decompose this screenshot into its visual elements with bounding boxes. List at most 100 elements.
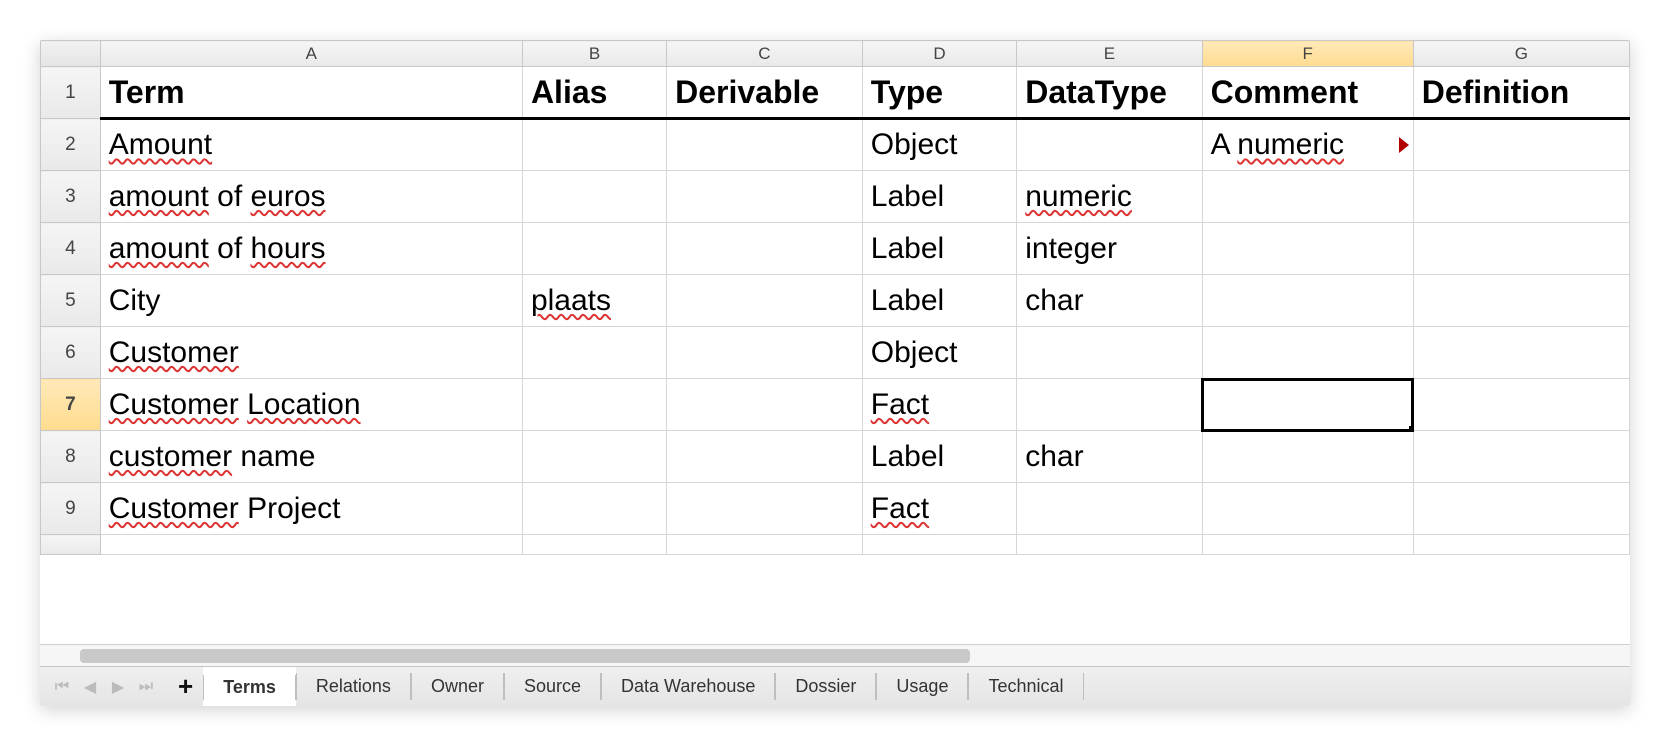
cell-C3[interactable]: [667, 171, 863, 223]
col-header-E[interactable]: E: [1017, 41, 1202, 67]
add-sheet-button[interactable]: +: [168, 667, 203, 706]
cell-B2[interactable]: [522, 119, 666, 171]
cell-F2[interactable]: A numeric: [1202, 119, 1413, 171]
column-header-row[interactable]: A B C D E F G: [41, 41, 1630, 67]
cell-G6[interactable]: [1413, 327, 1629, 379]
cell-G10[interactable]: [1413, 535, 1629, 555]
select-all-corner[interactable]: [41, 41, 101, 67]
cell-E3[interactable]: numeric: [1017, 171, 1202, 223]
row-header-4[interactable]: 4: [41, 223, 101, 275]
tab-dossier[interactable]: Dossier: [775, 667, 876, 706]
cell-B3[interactable]: [522, 171, 666, 223]
cell-A9[interactable]: Customer Project: [100, 483, 522, 535]
cell-E1[interactable]: DataType: [1017, 67, 1202, 119]
cell-D4[interactable]: Label: [862, 223, 1016, 275]
cell-E5[interactable]: char: [1017, 275, 1202, 327]
tab-last-icon[interactable]: ⏭: [134, 675, 158, 699]
cell-B6[interactable]: [522, 327, 666, 379]
cell-F3[interactable]: [1202, 171, 1413, 223]
row-header-10[interactable]: [41, 535, 101, 555]
cell-D10[interactable]: [862, 535, 1016, 555]
cell-C10[interactable]: [667, 535, 863, 555]
cell-B5[interactable]: plaats: [522, 275, 666, 327]
cell-D8[interactable]: Label: [862, 431, 1016, 483]
cell-F6[interactable]: [1202, 327, 1413, 379]
cell-D1[interactable]: Type: [862, 67, 1016, 119]
fill-handle[interactable]: [1409, 426, 1414, 431]
row-header-1[interactable]: 1: [41, 67, 101, 119]
tab-prev-icon[interactable]: ◀: [78, 675, 102, 699]
cell-G9[interactable]: [1413, 483, 1629, 535]
cell-F5[interactable]: [1202, 275, 1413, 327]
cell-G1[interactable]: Definition: [1413, 67, 1629, 119]
cell-E9[interactable]: [1017, 483, 1202, 535]
cell-D6[interactable]: Object: [862, 327, 1016, 379]
tab-terms[interactable]: Terms: [203, 667, 296, 706]
col-header-B[interactable]: B: [522, 41, 666, 67]
tab-technical[interactable]: Technical: [968, 667, 1083, 706]
col-header-D[interactable]: D: [862, 41, 1016, 67]
row-header-6[interactable]: 6: [41, 327, 101, 379]
cell-A7[interactable]: Customer Location: [100, 379, 522, 431]
cell-D9[interactable]: Fact: [862, 483, 1016, 535]
cell-A2[interactable]: Amount: [100, 119, 522, 171]
cell-G8[interactable]: [1413, 431, 1629, 483]
row-header-3[interactable]: 3: [41, 171, 101, 223]
cell-B7[interactable]: [522, 379, 666, 431]
cell-D7[interactable]: Fact: [862, 379, 1016, 431]
cell-G5[interactable]: [1413, 275, 1629, 327]
tab-next-icon[interactable]: ▶: [106, 675, 130, 699]
cell-C1[interactable]: Derivable: [667, 67, 863, 119]
cell-A8[interactable]: customer name: [100, 431, 522, 483]
cell-E2[interactable]: [1017, 119, 1202, 171]
col-header-A[interactable]: A: [100, 41, 522, 67]
cell-F7[interactable]: [1202, 379, 1413, 431]
cell-C8[interactable]: [667, 431, 863, 483]
horizontal-scrollbar[interactable]: [40, 644, 1630, 666]
tab-first-icon[interactable]: ⏮: [50, 675, 74, 699]
spreadsheet-grid[interactable]: A B C D E F G 1 Term Alias Derivable Typ…: [40, 40, 1630, 555]
cell-A4[interactable]: amount of hours: [100, 223, 522, 275]
cell-A1[interactable]: Term: [100, 67, 522, 119]
col-header-C[interactable]: C: [667, 41, 863, 67]
cell-C5[interactable]: [667, 275, 863, 327]
row-header-7[interactable]: 7: [41, 379, 101, 431]
cell-G7[interactable]: [1413, 379, 1629, 431]
cell-E6[interactable]: [1017, 327, 1202, 379]
row-header-9[interactable]: 9: [41, 483, 101, 535]
cell-F1[interactable]: Comment: [1202, 67, 1413, 119]
scrollbar-thumb[interactable]: [80, 649, 970, 663]
cell-F9[interactable]: [1202, 483, 1413, 535]
cell-C6[interactable]: [667, 327, 863, 379]
cell-D3[interactable]: Label: [862, 171, 1016, 223]
cell-C2[interactable]: [667, 119, 863, 171]
row-header-8[interactable]: 8: [41, 431, 101, 483]
cell-D5[interactable]: Label: [862, 275, 1016, 327]
cell-G2[interactable]: [1413, 119, 1629, 171]
cell-E8[interactable]: char: [1017, 431, 1202, 483]
tab-source[interactable]: Source: [504, 667, 601, 706]
col-header-F[interactable]: F: [1202, 41, 1413, 67]
cell-C4[interactable]: [667, 223, 863, 275]
cell-A5[interactable]: City: [100, 275, 522, 327]
tab-data-warehouse[interactable]: Data Warehouse: [601, 667, 775, 706]
row-header-2[interactable]: 2: [41, 119, 101, 171]
cell-B4[interactable]: [522, 223, 666, 275]
tab-owner[interactable]: Owner: [411, 667, 504, 706]
cell-F4[interactable]: [1202, 223, 1413, 275]
cell-D2[interactable]: Object: [862, 119, 1016, 171]
cell-A3[interactable]: amount of euros: [100, 171, 522, 223]
cell-E4[interactable]: integer: [1017, 223, 1202, 275]
cell-B1[interactable]: Alias: [522, 67, 666, 119]
cell-A10[interactable]: [100, 535, 522, 555]
row-header-5[interactable]: 5: [41, 275, 101, 327]
cell-C7[interactable]: [667, 379, 863, 431]
cell-G4[interactable]: [1413, 223, 1629, 275]
tab-usage[interactable]: Usage: [876, 667, 968, 706]
cell-G3[interactable]: [1413, 171, 1629, 223]
tab-relations[interactable]: Relations: [296, 667, 411, 706]
cell-B10[interactable]: [522, 535, 666, 555]
cell-A6[interactable]: Customer: [100, 327, 522, 379]
cell-C9[interactable]: [667, 483, 863, 535]
cell-B8[interactable]: [522, 431, 666, 483]
